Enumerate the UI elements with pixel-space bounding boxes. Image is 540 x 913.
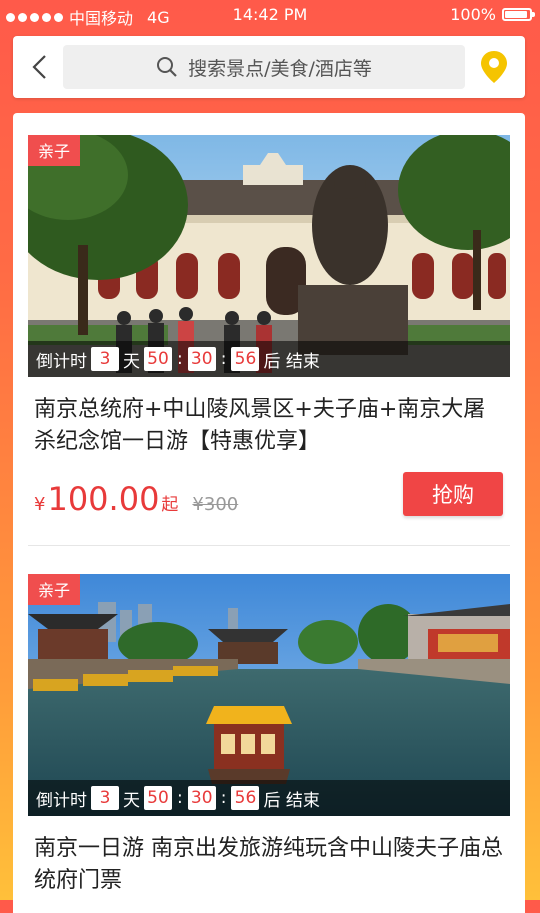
price: ¥ 100.00 起 ¥300	[34, 480, 238, 518]
countdown-suffix: 后 结束	[263, 351, 320, 372]
countdown-days: 3	[91, 786, 119, 810]
buy-button[interactable]: 抢购	[403, 472, 503, 516]
countdown-suffix: 后 结束	[263, 790, 320, 811]
battery-icon	[502, 8, 535, 21]
search-input[interactable]: 搜索景点/美食/酒店等	[63, 45, 465, 89]
countdown-hours: 50	[144, 786, 172, 810]
category-tag: 亲子	[28, 574, 81, 605]
status-bar: 中国移动 4G 14:42 PM 100%	[0, 0, 540, 30]
price-symbol: ¥	[34, 494, 46, 515]
product-title[interactable]: 南京总统府+中山陵风景区+夫子庙+南京大屠杀纪念馆一日游【特惠优享】	[34, 394, 504, 458]
product-photo[interactable]: 亲子 倒计时 3 天 50 : 30 : 56 后 结束	[28, 135, 510, 377]
countdown-day-unit: 天	[123, 790, 140, 811]
back-button[interactable]	[27, 53, 55, 81]
countdown-seconds: 56	[231, 347, 260, 371]
product-feed[interactable]: 亲子 倒计时 3 天 50 : 30 : 56 后 结束 南京总统府+中山陵风景…	[13, 113, 525, 913]
countdown-days: 3	[91, 347, 119, 371]
category-tag: 亲子	[28, 135, 81, 166]
countdown-prefix: 倒计时	[36, 790, 87, 811]
product-title[interactable]: 南京一日游 南京出发旅游纯玩含中山陵夫子庙总统府门票	[34, 833, 504, 897]
countdown-day-unit: 天	[123, 351, 140, 372]
countdown-prefix: 倒计时	[36, 351, 87, 372]
battery-percent: 100%	[450, 5, 496, 24]
location-button[interactable]	[479, 50, 509, 84]
location-pin-icon	[481, 51, 507, 83]
price-suffix: 起	[161, 495, 179, 515]
product-photo[interactable]: 亲子 倒计时 3 天 50 : 30 : 56 后 结束	[28, 574, 510, 816]
back-chevron-icon	[32, 55, 46, 79]
countdown-minutes: 30	[187, 347, 216, 371]
countdown-bar: 倒计时 3 天 50 : 30 : 56 后 结束	[28, 341, 510, 377]
original-price: ¥300	[192, 494, 239, 515]
search-header: 搜索景点/美食/酒店等	[13, 36, 525, 98]
countdown-seconds: 56	[231, 786, 260, 810]
price-value: 100.00	[47, 480, 160, 518]
search-placeholder: 搜索景点/美食/酒店等	[188, 57, 372, 80]
countdown-hours: 50	[144, 347, 172, 371]
countdown-bar: 倒计时 3 天 50 : 30 : 56 后 结束	[28, 780, 510, 816]
countdown-minutes: 30	[187, 786, 216, 810]
search-icon	[157, 57, 177, 77]
card-divider	[28, 545, 510, 546]
